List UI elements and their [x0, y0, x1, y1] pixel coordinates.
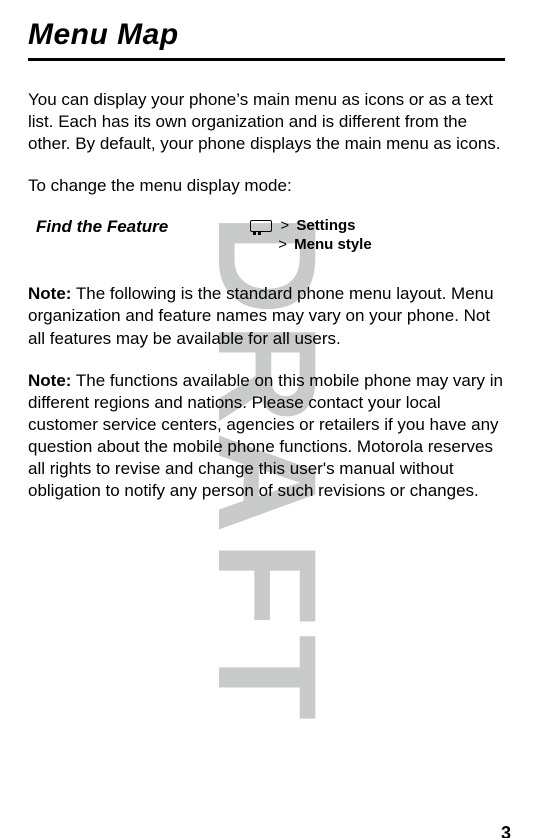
title-rule: [28, 58, 505, 61]
menu-path-line1: > Settings: [250, 217, 371, 234]
find-feature-row: Find the Feature > Settings > Menu style: [28, 217, 505, 253]
path-settings: Settings: [296, 217, 355, 234]
menu-path-line2: > Menu style: [278, 236, 371, 253]
gt-2: >: [278, 236, 287, 253]
note-2-text: The functions available on this mobile p…: [28, 371, 503, 500]
note-1-text: The following is the standard phone menu…: [28, 284, 494, 347]
page-number: 3: [501, 823, 511, 838]
path-menu-style: Menu style: [294, 236, 372, 253]
page-title: Menu Map: [28, 18, 505, 52]
menu-icon: [250, 220, 272, 232]
note-2: Note: The functions available on this mo…: [28, 370, 505, 503]
note-label-2: Note:: [28, 371, 71, 390]
find-feature-label: Find the Feature: [36, 217, 168, 237]
note-1: Note: The following is the standard phon…: [28, 283, 505, 349]
intro-paragraph: You can display your phone’s main menu a…: [28, 89, 505, 155]
gt-1: >: [280, 217, 289, 234]
change-mode-line: To change the menu display mode:: [28, 175, 505, 197]
menu-path-block: > Settings > Menu style: [250, 217, 371, 253]
note-label-1: Note:: [28, 284, 71, 303]
